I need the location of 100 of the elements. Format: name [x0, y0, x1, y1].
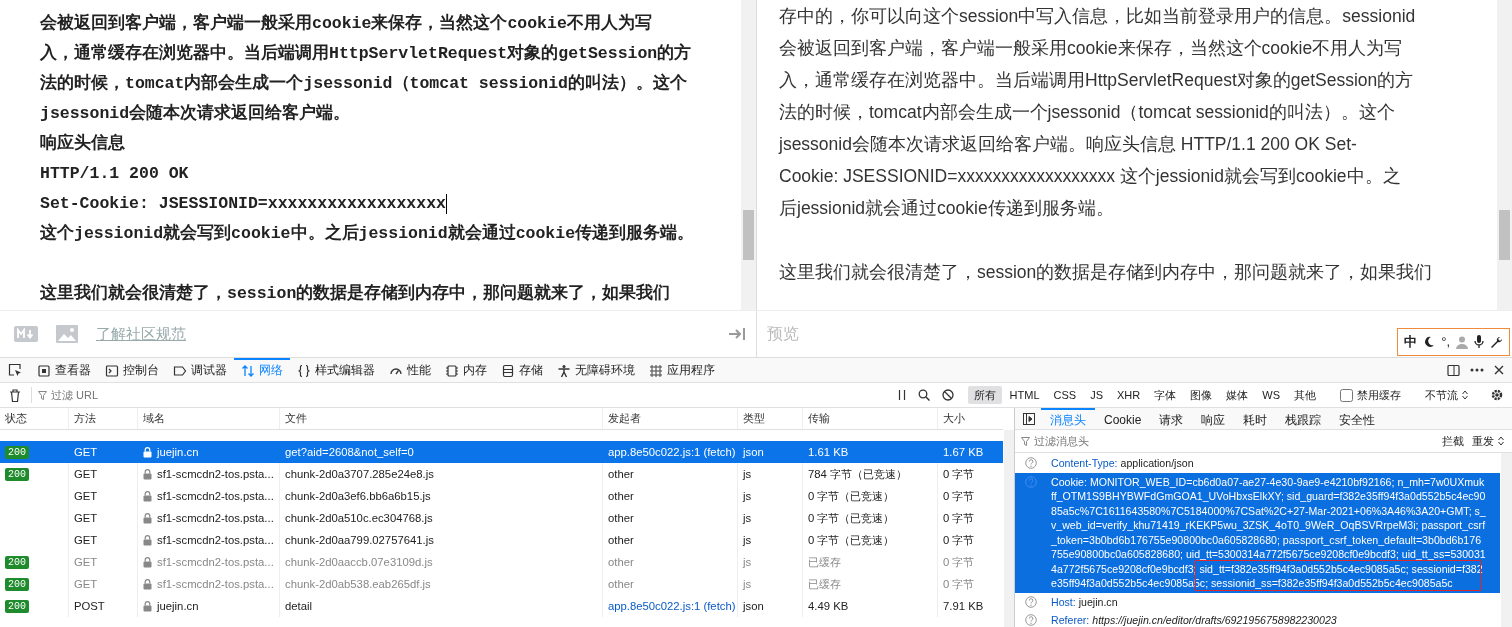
column-header[interactable]: 发起者 [602, 408, 737, 429]
checkbox-label: 禁用缓存 [1357, 387, 1401, 403]
table-cell-text: 0 字节 [943, 554, 975, 570]
details-tab[interactable]: 耗时 [1234, 408, 1277, 429]
editor-line: 响应头信息 [40, 132, 125, 155]
close-icon[interactable] [1494, 365, 1504, 375]
help-icon[interactable] [1025, 614, 1037, 626]
table-cell-text: chunk-2d0aa799.02757641.js [285, 532, 434, 548]
type-filter-button[interactable]: XHR [1111, 385, 1147, 405]
column-header[interactable]: 方法 [68, 408, 137, 429]
funnel-icon [38, 390, 47, 400]
column-header[interactable]: 类型 [737, 408, 802, 429]
block-button[interactable]: 拦截 [1442, 432, 1464, 450]
status-badge: 200 [5, 445, 29, 459]
resend-dropdown[interactable]: 重发 [1472, 432, 1504, 450]
type-filter-button[interactable]: JS [1084, 385, 1110, 405]
table-cell-text: 已缓存 [808, 554, 841, 570]
header-row[interactable]: Host: juejin.cn [1015, 592, 1500, 611]
scrollbar-thumb[interactable] [1499, 210, 1510, 260]
column-header[interactable]: 状态 [0, 408, 68, 429]
status-badge: 200 [5, 467, 29, 481]
details-tab[interactable]: Cookie [1095, 408, 1151, 429]
collapse-arrow-icon[interactable] [728, 326, 746, 342]
microphone-icon[interactable] [1474, 335, 1484, 349]
moon-icon[interactable] [1423, 336, 1436, 348]
editor-line: HTTP/1.1 200 OK [40, 163, 189, 185]
devtools-tab[interactable]: 内存 [438, 358, 494, 382]
devtools-tab[interactable]: 应用程序 [642, 358, 722, 382]
input-mode-toggle[interactable]: 中 [1404, 332, 1418, 352]
scrollbar-thumb[interactable] [743, 210, 754, 260]
type-filter-button[interactable]: 其他 [1288, 385, 1322, 405]
trash-icon[interactable] [9, 388, 21, 402]
throttle-dropdown[interactable]: 不节流 [1425, 386, 1468, 404]
table-cell-text: GET [74, 532, 98, 548]
devtools-tab[interactable]: 控制台 [98, 358, 166, 382]
scrollbar[interactable] [1497, 0, 1512, 310]
devtools-tab[interactable]: 样式编辑器 [290, 358, 382, 382]
pause-icon[interactable] [897, 390, 906, 400]
scrollbar[interactable] [741, 0, 756, 310]
devtools-tab[interactable]: 性能 [382, 358, 438, 382]
type-filter-button[interactable]: 字体 [1148, 385, 1183, 405]
initiator-link[interactable]: app.8e50c022.js:1 (fetch) [608, 443, 736, 461]
type-filter-button[interactable]: WS [1256, 385, 1286, 405]
person-icon [557, 364, 571, 378]
table-cell-text: chunk-2d0a3707.285e24e8.js [285, 466, 434, 482]
block-icon[interactable] [941, 389, 954, 401]
header-row[interactable]: Content-Type: application/json [1015, 454, 1500, 473]
braces-icon [297, 364, 311, 378]
help-icon[interactable] [1025, 457, 1037, 469]
type-filter-button[interactable]: 图像 [1184, 385, 1219, 405]
devtools-tab[interactable]: 存储 [494, 358, 550, 382]
disable-cache-checkbox[interactable] [1340, 388, 1353, 402]
table-cell-text: sf1-scmcdn2-tos.psta... [157, 510, 274, 526]
help-icon[interactable] [1025, 595, 1037, 608]
devtools-tab[interactable]: 查看器 [30, 358, 98, 382]
more-icon[interactable] [1470, 368, 1484, 372]
scrollbar[interactable] [1501, 453, 1512, 627]
table-cell-text: js [743, 532, 752, 548]
scrollbar[interactable] [1004, 430, 1014, 627]
table-cell-text: GET [74, 510, 98, 526]
updown-caret-icon [1498, 436, 1504, 446]
details-tab[interactable]: 栈跟踪 [1276, 408, 1331, 429]
dock-icon[interactable] [1447, 363, 1460, 377]
table-cell-text: 0 字节 [943, 510, 975, 526]
wrench-icon[interactable] [1490, 335, 1503, 349]
column-header[interactable]: 文件 [279, 408, 602, 429]
details-tab[interactable]: 响应 [1192, 408, 1235, 429]
column-header[interactable]: 大小 [937, 408, 1003, 429]
table-cell-text: detail [285, 598, 312, 614]
devtools-tab[interactable]: 调试器 [166, 358, 234, 382]
panel-toggle-icon[interactable] [1023, 412, 1035, 425]
details-tab[interactable]: 请求 [1150, 408, 1193, 429]
table-cell-text: 0 字节（已竞速） [808, 488, 895, 504]
updown-caret-icon [1462, 390, 1468, 400]
settings-icon[interactable] [1490, 388, 1504, 402]
funnel-icon [1021, 436, 1030, 446]
devtools-tab[interactable]: 无障碍环境 [550, 358, 642, 382]
header-entry: Referer: https://juejin.cn/editor/drafts/6921956758982230023 [1051, 613, 1337, 627]
table-cell-text: other [608, 510, 634, 526]
search-icon[interactable] [917, 389, 930, 401]
initiator-link[interactable]: app.8e50c022.js:1 (fetch) [608, 597, 736, 615]
header-row[interactable]: Referer: https://juejin.cn/editor/drafts/6921956758982230023 [1015, 611, 1500, 627]
table-cell-text: 0 字节 [943, 466, 975, 482]
type-filter-button[interactable]: 所有 [967, 385, 1002, 405]
type-filter-button[interactable]: CSS [1047, 385, 1083, 405]
table-cell-text: 7.91 KB [943, 598, 984, 614]
type-filter-button[interactable]: 媒体 [1220, 385, 1255, 405]
request-row[interactable]: 200 GET juejin.cn get?aid=2608&not_self=0 app.8e50c022.js:1 (fetch) json 1.61 KB 1.67 KB [0, 441, 1003, 463]
type-filter-button[interactable]: HTML [1003, 385, 1046, 405]
details-tab[interactable]: 安全性 [1330, 408, 1385, 429]
column-header[interactable]: 域名 [137, 408, 279, 429]
table-cell-text: juejin.cn [157, 598, 199, 614]
person-icon[interactable] [1456, 335, 1468, 349]
punctuation-toggle[interactable]: °, [1441, 332, 1450, 352]
details-tab[interactable]: 消息头 [1041, 408, 1095, 429]
element-picker-icon[interactable] [8, 363, 22, 377]
column-header[interactable]: 传输 [802, 408, 937, 429]
table-cell-text: GET [74, 554, 98, 570]
table-cell-text: POST [74, 598, 105, 614]
table-cell-text: juejin.cn [157, 444, 199, 460]
